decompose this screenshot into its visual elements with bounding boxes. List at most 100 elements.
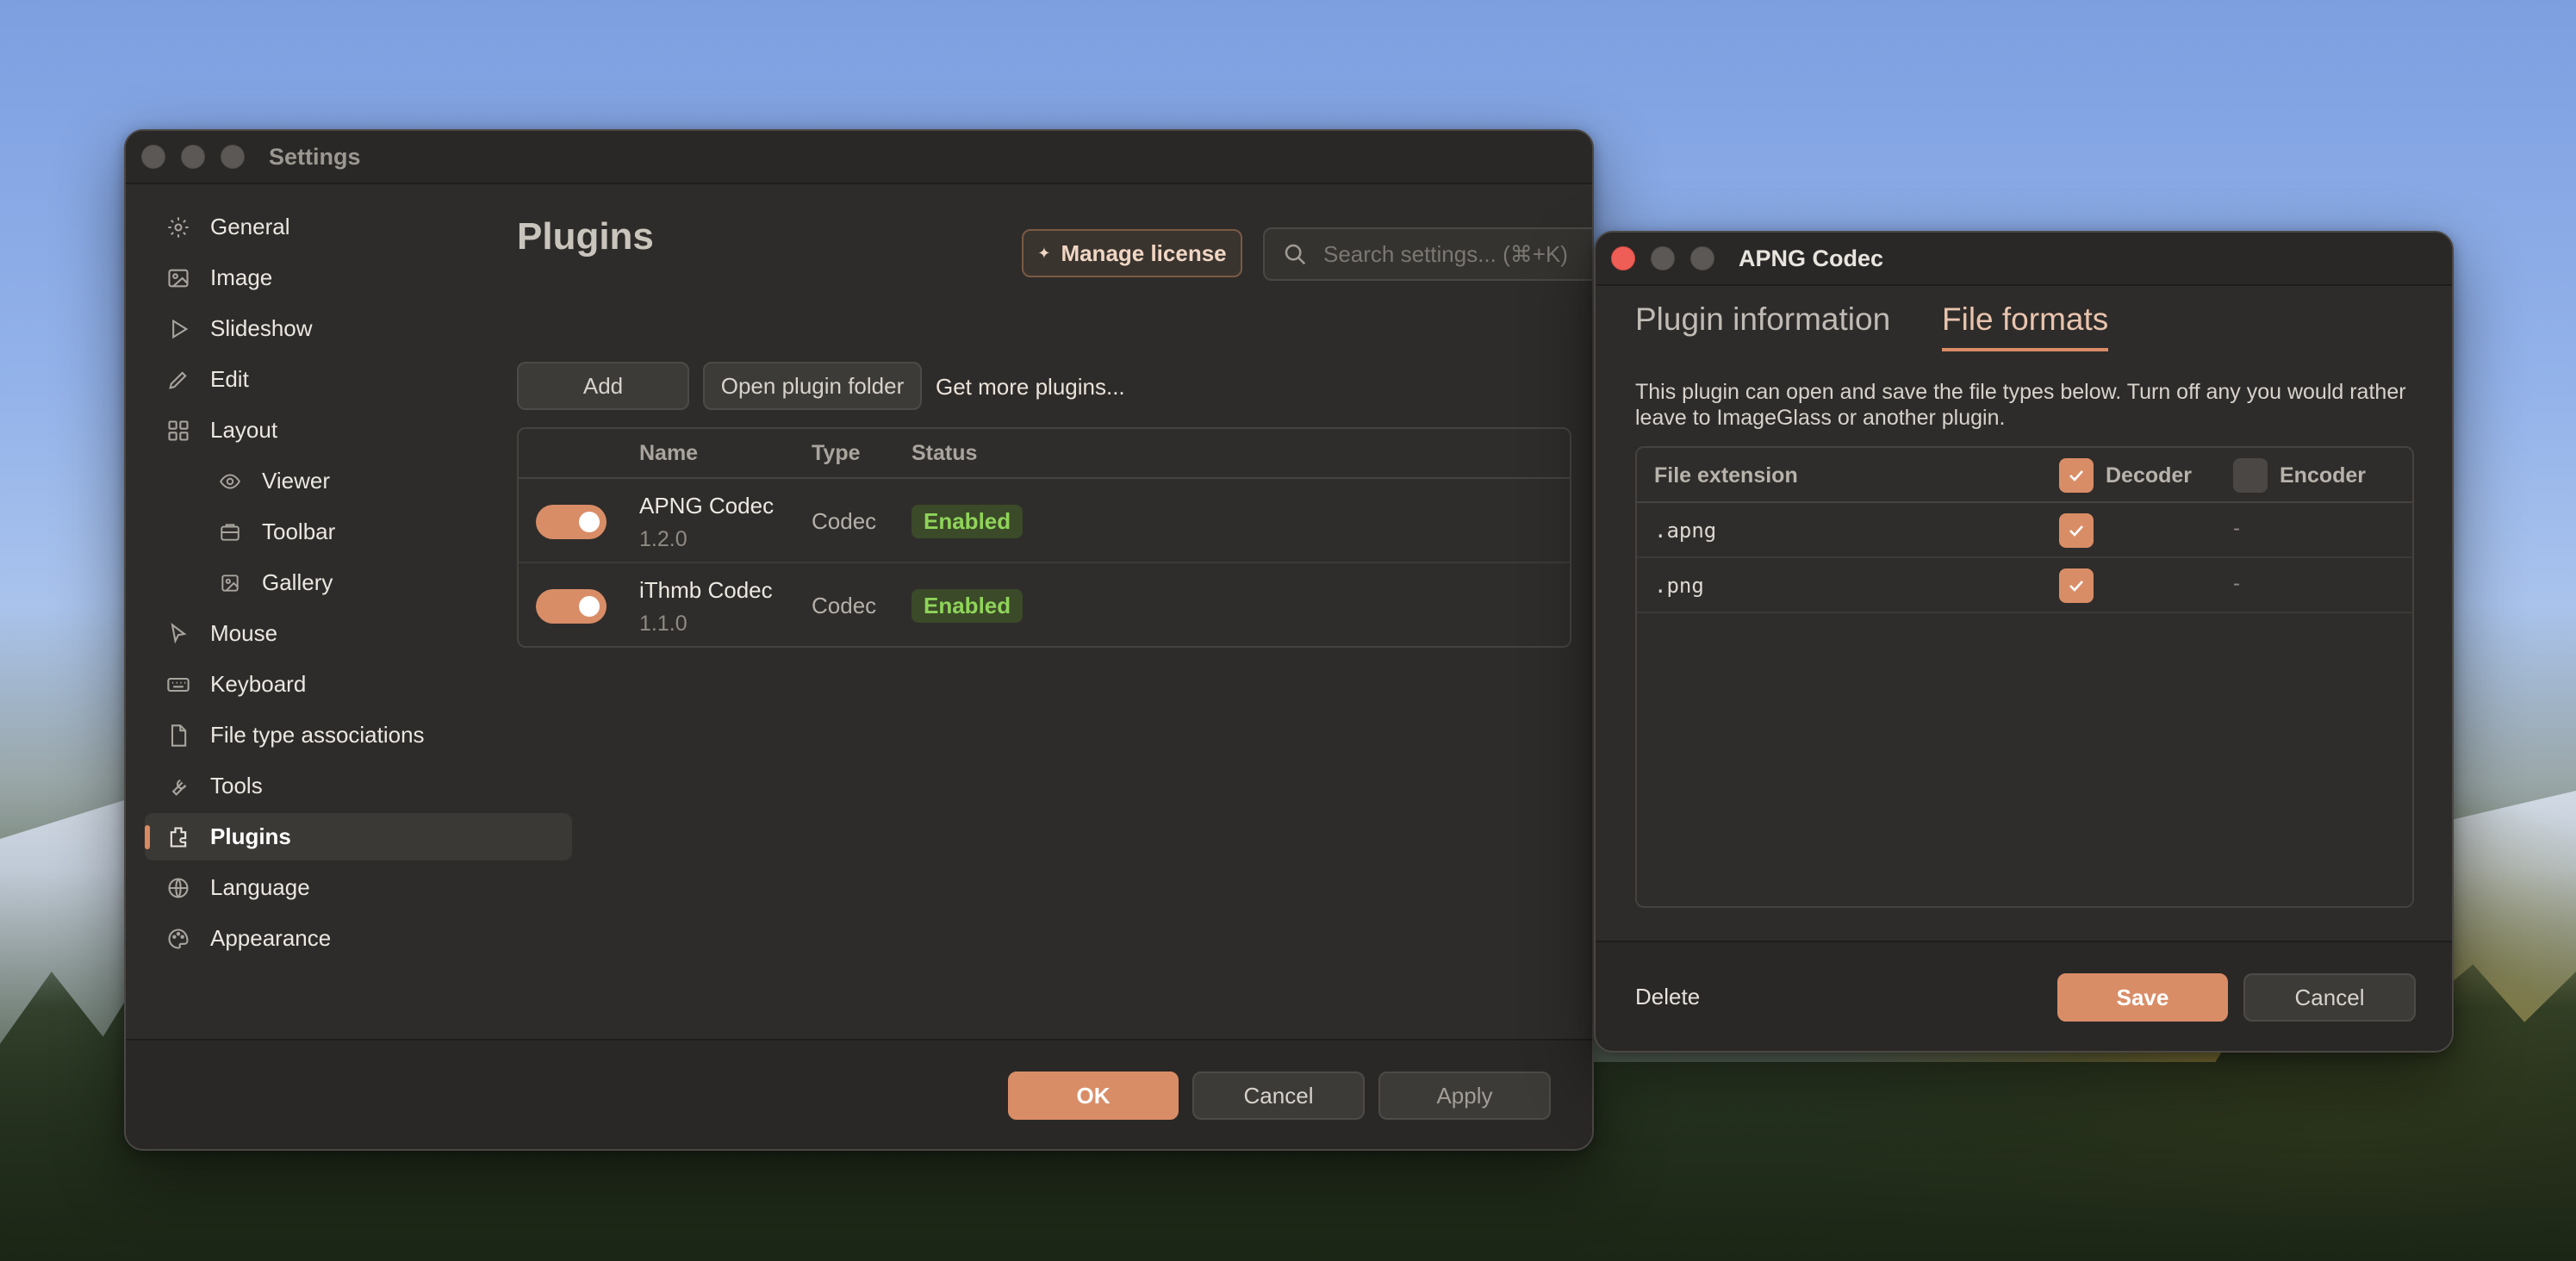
sidebar-item-label: Mouse <box>210 620 278 646</box>
apng-titlebar[interactable]: APNG Codec <box>1596 233 2452 286</box>
search-input[interactable] <box>1323 240 1592 268</box>
sidebar-item-label: Toolbar <box>262 519 336 544</box>
sidebar-item-language[interactable]: Language <box>145 864 572 911</box>
table-row[interactable]: iThmb Codec 1.1.0 Codec Enabled <box>519 563 1570 648</box>
palette-icon <box>165 926 191 952</box>
file-extension: .apng <box>1654 519 1717 543</box>
manage-license-label: Manage license <box>1061 239 1227 266</box>
sidebar-item-label: Slideshow <box>210 315 313 341</box>
search-box[interactable] <box>1263 227 1592 281</box>
play-icon <box>165 316 191 342</box>
checkmark-icon <box>2069 525 2083 537</box>
plugin-type: Codec <box>812 508 877 534</box>
cursor-icon <box>165 621 191 647</box>
cancel-button[interactable]: Cancel <box>2243 973 2416 1022</box>
decoder-checkbox[interactable] <box>2059 513 2094 548</box>
sidebar-item-gallery[interactable]: Gallery <box>145 559 572 606</box>
column-header-name[interactable]: Name <box>639 441 698 466</box>
keyboard-icon <box>165 672 191 698</box>
image-icon <box>165 265 191 291</box>
add-plugin-button[interactable]: Add <box>517 362 689 410</box>
column-header-status[interactable]: Status <box>912 441 977 466</box>
search-icon <box>1282 241 1308 267</box>
save-button[interactable]: Save <box>2057 973 2228 1022</box>
tab-plugin-information[interactable]: Plugin information <box>1635 301 1890 348</box>
sidebar-item-viewer[interactable]: Viewer <box>145 457 572 505</box>
sidebar-item-mouse[interactable]: Mouse <box>145 610 572 657</box>
column-header-extension: File extension <box>1654 463 1798 488</box>
decoder-select-all-checkbox[interactable] <box>2059 458 2094 493</box>
close-window-button[interactable] <box>1611 246 1635 270</box>
plugin-name: APNG Codec <box>639 493 775 519</box>
sidebar-item-appearance[interactable]: Appearance <box>145 915 572 962</box>
gallery-icon <box>217 570 243 596</box>
settings-titlebar[interactable]: Settings <box>126 131 1592 184</box>
cancel-button[interactable]: Cancel <box>1192 1072 1365 1120</box>
sidebar-item-label: Viewer <box>262 468 331 494</box>
grid-icon <box>165 418 191 444</box>
sidebar-item-image[interactable]: Image <box>145 254 572 301</box>
zoom-window-button[interactable] <box>221 145 245 169</box>
plugin-enable-toggle[interactable] <box>536 589 607 624</box>
window-title: APNG Codec <box>1739 245 1884 271</box>
plugin-type: Codec <box>812 593 877 618</box>
sidebar-item-toolbar[interactable]: Toolbar <box>145 508 572 556</box>
column-header-type[interactable]: Type <box>812 441 861 466</box>
sidebar-item-slideshow[interactable]: Slideshow <box>145 305 572 352</box>
plugin-version: 1.2.0 <box>639 527 688 551</box>
sidebar-item-edit[interactable]: Edit <box>145 356 572 403</box>
plugins-table: Name Type Status APNG Codec 1.2.0 Codec … <box>517 427 1571 648</box>
sidebar-item-label: Gallery <box>262 569 333 595</box>
plugin-enable-toggle[interactable] <box>536 505 607 539</box>
apng-footer: Delete Save Cancel <box>1596 941 2452 1051</box>
sidebar-item-layout[interactable]: Layout <box>145 407 572 454</box>
sidebar-item-general[interactable]: General <box>145 203 572 251</box>
sidebar-item-label: Keyboard <box>210 671 307 697</box>
table-row: .png - <box>1637 558 2412 613</box>
delete-plugin-link[interactable]: Delete <box>1635 984 1700 1010</box>
minimize-window-button[interactable] <box>181 145 205 169</box>
zoom-window-button[interactable] <box>1690 246 1714 270</box>
ok-button[interactable]: OK <box>1008 1072 1179 1120</box>
decoder-checkbox[interactable] <box>2059 568 2094 603</box>
file-extension: .png <box>1654 574 1704 598</box>
status-badge: Enabled <box>912 589 1024 623</box>
minimize-window-button[interactable] <box>1651 246 1675 270</box>
sidebar-item-label: Language <box>210 874 310 900</box>
table-header: Name Type Status <box>519 429 1570 479</box>
settings-window: Settings General Image Slideshow Edit Layout… <box>124 129 1594 1151</box>
close-window-button[interactable] <box>141 145 165 169</box>
globe-icon <box>165 875 191 901</box>
plugin-description: This plugin can open and save the file t… <box>1635 380 2406 430</box>
status-badge: Enabled <box>912 505 1024 538</box>
sidebar-item-label: Image <box>210 264 273 290</box>
manage-license-button[interactable]: ✦ Manage license <box>1022 229 1242 277</box>
pencil-icon <box>165 367 191 393</box>
encoder-select-all-checkbox[interactable] <box>2233 458 2268 493</box>
sidebar-item-tools[interactable]: Tools <box>145 762 572 810</box>
window-title: Settings <box>269 143 361 170</box>
table-header: File extension Decoder Encoder <box>1637 448 2412 503</box>
sidebar-item-plugins[interactable]: Plugins <box>145 813 572 860</box>
table-row: .apng - <box>1637 503 2412 558</box>
sparkle-icon: ✦ <box>1037 244 1051 262</box>
sidebar-item-label: General <box>210 214 290 239</box>
sidebar-item-label: Appearance <box>210 925 332 951</box>
open-plugin-folder-button[interactable]: Open plugin folder <box>703 362 922 410</box>
sidebar-item-label: Edit <box>210 366 249 392</box>
column-header-decoder: Decoder <box>2106 463 2193 488</box>
sidebar-item-file-type-associations[interactable]: File type associations <box>145 711 572 759</box>
file-icon <box>165 723 191 749</box>
toolbar-icon <box>217 519 243 545</box>
checkmark-icon <box>2069 581 2083 592</box>
table-row[interactable]: APNG Codec 1.2.0 Codec Enabled <box>519 479 1570 563</box>
sidebar-item-label: File type associations <box>210 722 425 748</box>
gear-icon <box>165 214 191 240</box>
apng-codec-window: APNG Codec Plugin information File forma… <box>1594 231 2454 1053</box>
get-more-plugins-link[interactable]: Get more plugins... <box>936 374 1125 401</box>
eye-icon <box>217 469 243 494</box>
apply-button[interactable]: Apply <box>1378 1072 1551 1120</box>
tab-file-formats[interactable]: File formats <box>1942 301 2109 351</box>
column-header-encoder: Encoder <box>2280 463 2367 488</box>
sidebar-item-keyboard[interactable]: Keyboard <box>145 661 572 708</box>
